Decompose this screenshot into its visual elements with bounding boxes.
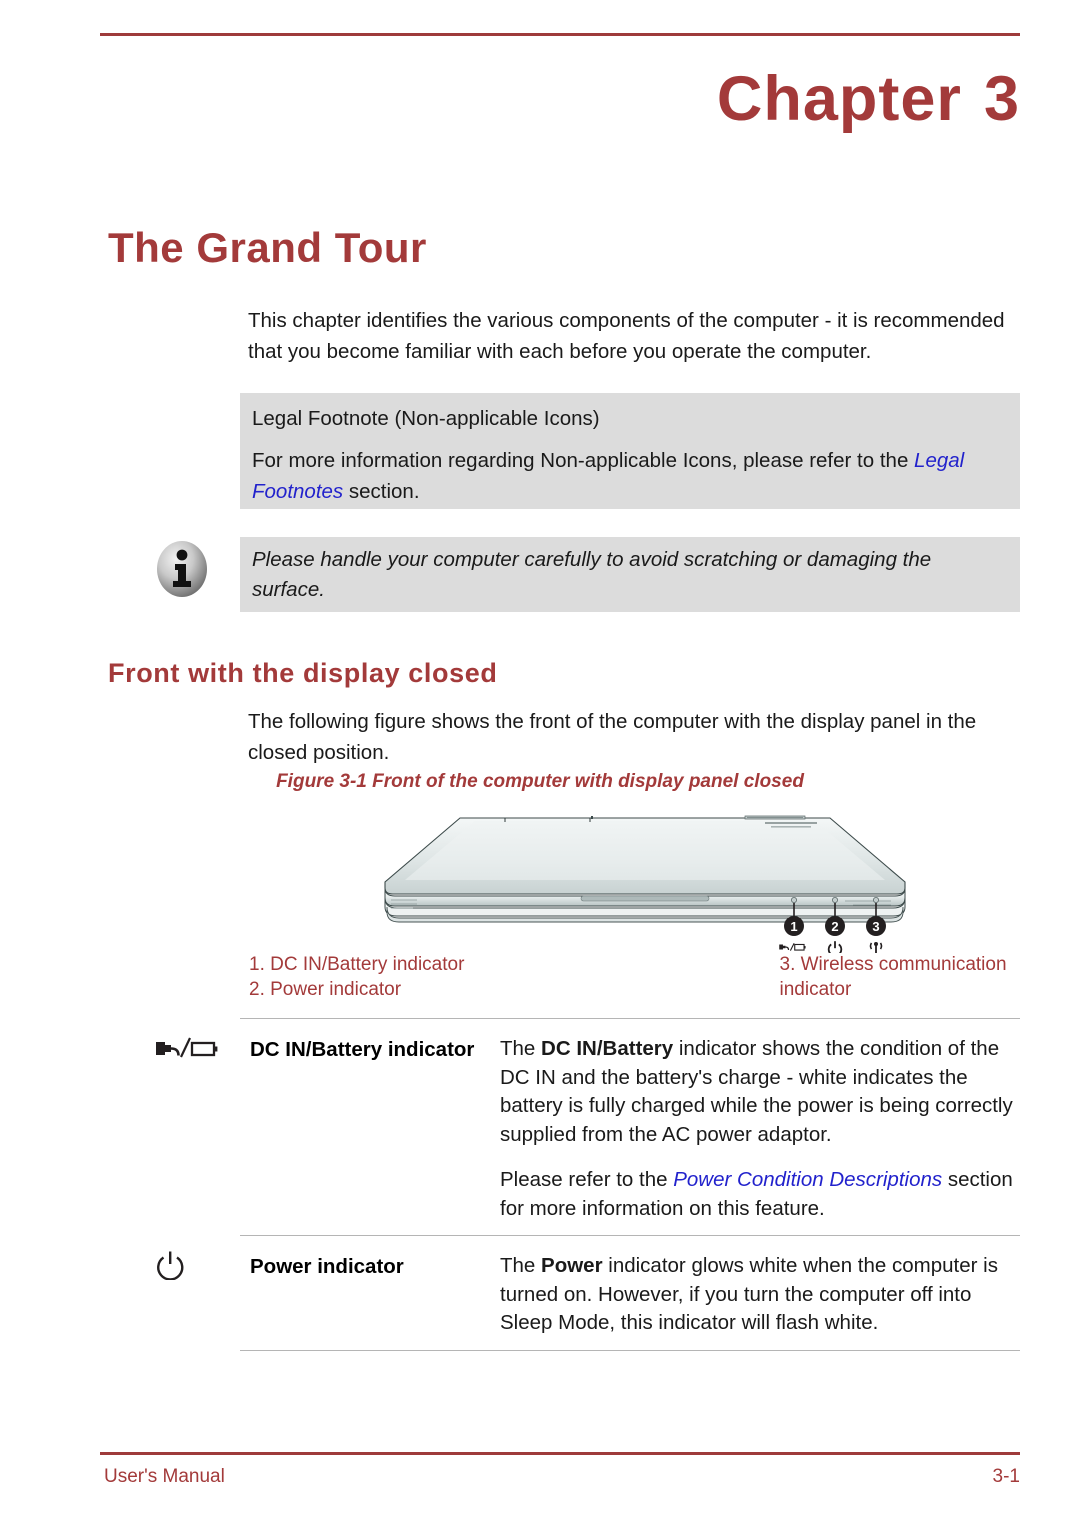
chapter-number: 3 (983, 64, 1020, 134)
table-row: Power indicator The Power indicator glow… (157, 1235, 1020, 1351)
chapter-title: Chapter 3 (717, 63, 1020, 135)
table-row: DC IN/Battery indicator The DC IN/Batter… (156, 1018, 1020, 1235)
svg-text:2: 2 (831, 919, 838, 934)
footer-rule (100, 1452, 1020, 1455)
indicator-description-p1: The Power indicator glows white when the… (500, 1252, 1020, 1338)
desc-part-a: The (500, 1254, 542, 1277)
desc-part-bold: DC IN/Battery (541, 1037, 674, 1060)
legal-text-before: For more information regarding Non-appli… (252, 449, 915, 472)
legend-column-right: 3. Wireless communication indicator (637, 952, 1025, 1002)
indicator-description-p2: Please refer to the Power Condition Desc… (500, 1166, 1020, 1223)
chapter-label: Chapter (716, 64, 962, 134)
legal-footnote-box: Legal Footnote (Non-applicable Icons) Fo… (240, 393, 1020, 509)
footer-manual-label: User's Manual (104, 1466, 225, 1487)
info-circle-icon (152, 539, 212, 599)
header-rule (100, 33, 1020, 36)
svg-text:3: 3 (872, 919, 879, 934)
legal-footnote-title: Legal Footnote (Non-applicable Icons) (252, 407, 600, 430)
indicator-name: Power indicator (250, 1255, 404, 1278)
legend-column-left: 1. DC IN/Battery indicator 2. Power indi… (249, 952, 637, 1002)
info-note-box: Please handle your computer carefully to… (240, 537, 1020, 612)
indicator-description: The Power indicator glows white when the… (500, 1252, 1020, 1338)
desc-part-bold: Power (541, 1254, 603, 1277)
figure-callout-3: 3 (866, 916, 886, 936)
indicator-description-p1: The DC IN/Battery indicator shows the co… (500, 1035, 1020, 1149)
info-note-text: Please handle your computer carefully to… (252, 548, 932, 601)
desc-part-a: The (500, 1037, 542, 1060)
figure-legend: 1. DC IN/Battery indicator 2. Power indi… (249, 952, 1024, 1002)
figure-callout-2: 2 (825, 916, 845, 936)
legal-text-after: section. (343, 480, 420, 503)
power-condition-descriptions-link[interactable]: Power Condition Descriptions (673, 1168, 942, 1191)
indicator-name: DC IN/Battery indicator (250, 1038, 475, 1061)
intro-paragraph: This chapter identifies the various comp… (248, 309, 1005, 363)
legend-item-3: 3. Wireless communication indicator (779, 954, 1007, 1000)
figure-callout-1: 1 (784, 916, 804, 936)
document-page: Chapter 3 The Grand Tour This chapter ide… (0, 0, 1080, 1521)
power-icon (152, 1250, 224, 1294)
section-heading: Front with the display closed (108, 658, 498, 688)
figure-caption: Figure 3-1 Front of the computer with di… (276, 771, 804, 792)
dc-in-battery-icon (779, 942, 806, 951)
legend-item-1: 1. DC IN/Battery indicator (249, 954, 465, 975)
legal-footnote-text: For more information regarding Non-appli… (252, 445, 1006, 507)
legend-item-2: 2. Power indicator (249, 979, 402, 1000)
section-intro-paragraph: The following figure shows the front of … (248, 710, 977, 764)
footer-page-number: 3-1 (992, 1466, 1020, 1487)
indicator-description: The DC IN/Battery indicator shows the co… (500, 1035, 1020, 1223)
section-intro-block: The following figure shows the front of … (248, 706, 1020, 768)
svg-text:1: 1 (790, 919, 797, 934)
desc2-part-a: Please refer to the (500, 1168, 674, 1191)
dc-in-battery-icon (152, 1033, 224, 1077)
intro-text-block: This chapter identifies the various comp… (248, 305, 1020, 367)
page-title: The Grand Tour (108, 224, 427, 271)
laptop-front-closed-illustration: 1 2 3 (345, 808, 945, 957)
indicator-table: DC IN/Battery indicator The DC IN/Batter… (156, 1018, 1020, 1351)
